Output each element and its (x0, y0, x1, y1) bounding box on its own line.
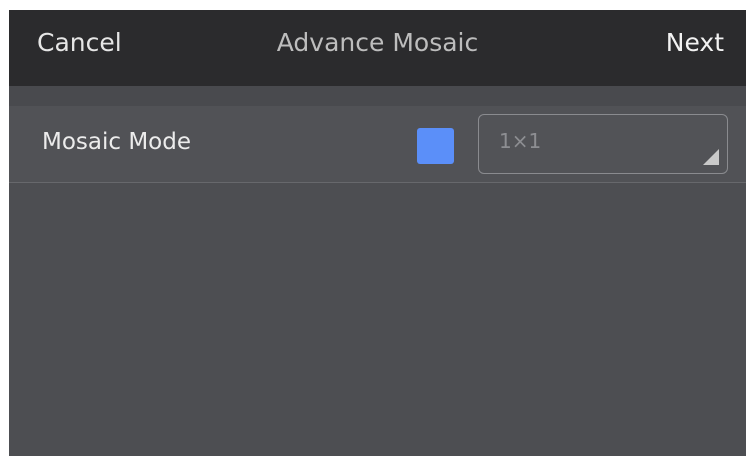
page-title: Advance Mosaic (276, 28, 479, 57)
dropdown-corner-icon (703, 149, 719, 165)
mosaic-mode-row: Mosaic Mode 1×1 (9, 106, 746, 183)
mosaic-mode-value: 1×1 (499, 129, 542, 153)
mosaic-mode-select[interactable]: 1×1 (478, 114, 728, 174)
mosaic-color-swatch[interactable] (417, 128, 454, 164)
section-spacer (9, 86, 746, 106)
next-button[interactable]: Next (666, 28, 724, 57)
mosaic-mode-label: Mosaic Mode (42, 129, 192, 155)
advance-mosaic-dialog: Cancel Advance Mosaic Next Mosaic Mode 1… (9, 10, 746, 456)
header-bar: Cancel Advance Mosaic Next (9, 10, 746, 86)
